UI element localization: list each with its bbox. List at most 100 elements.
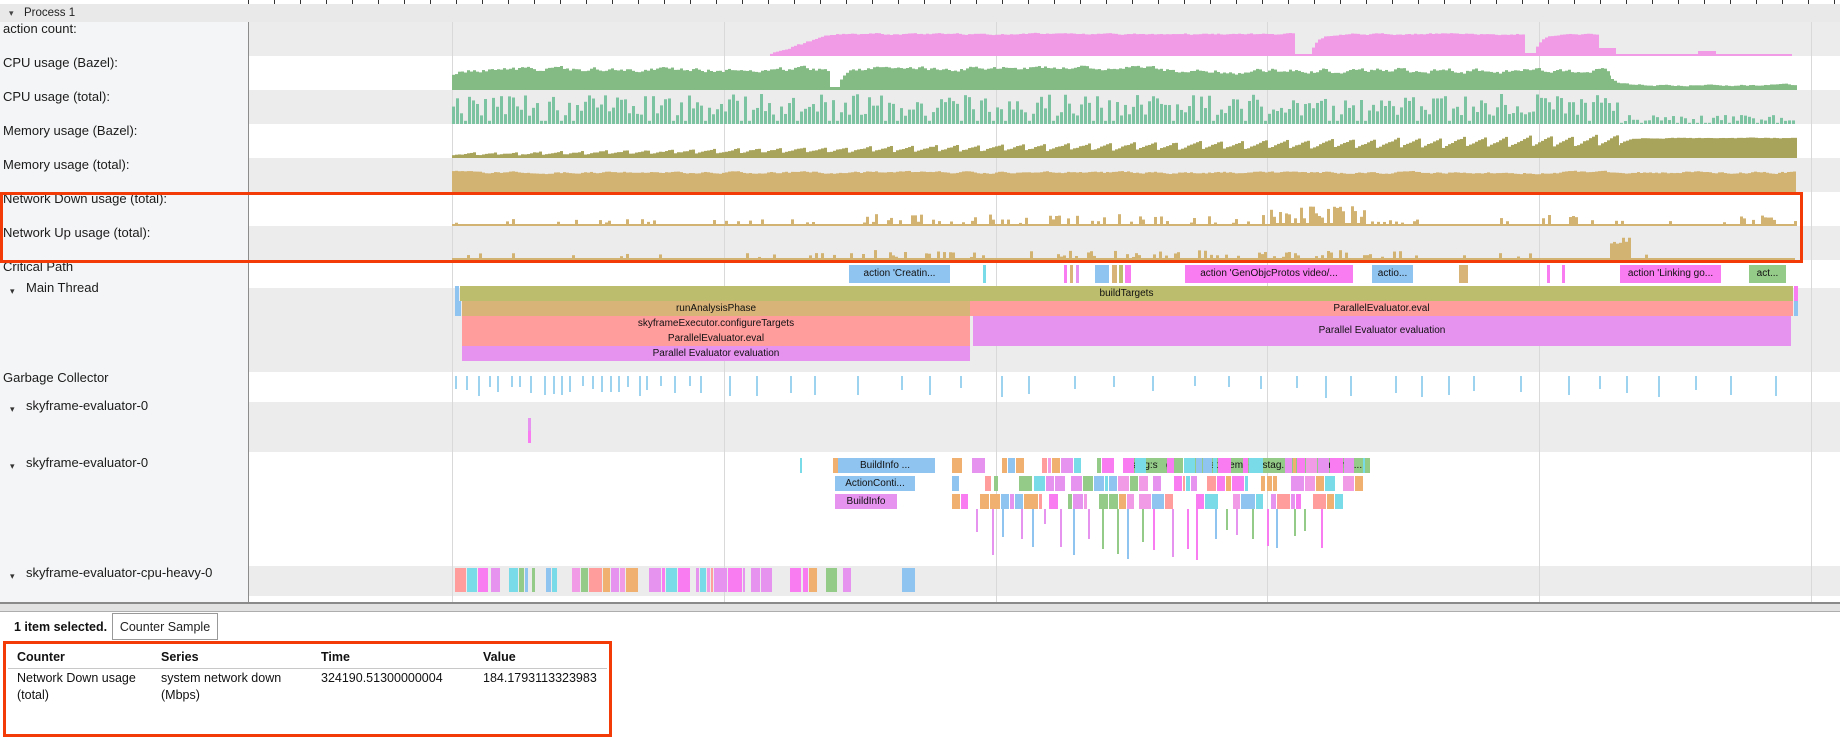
trace-slice[interactable] <box>1044 509 1046 524</box>
trace-slice[interactable] <box>1562 265 1565 283</box>
trace-slice[interactable] <box>1273 476 1277 491</box>
gc-tick[interactable] <box>1194 376 1196 386</box>
trace-slice[interactable] <box>552 568 557 592</box>
gc-tick[interactable] <box>1395 376 1397 393</box>
trace-slice[interactable] <box>1291 494 1295 509</box>
trace-slice[interactable] <box>1049 494 1058 509</box>
gc-tick[interactable] <box>1296 376 1298 388</box>
track-name-skyframe-evaluator-0[interactable]: skyframe-evaluator-0 <box>26 455 148 470</box>
trace-slice[interactable] <box>1055 476 1065 491</box>
gc-tick[interactable] <box>790 376 792 393</box>
trace-slice[interactable] <box>1313 494 1326 509</box>
trace-slice[interactable] <box>743 568 745 592</box>
trace-slice[interactable] <box>1325 476 1336 491</box>
gc-tick[interactable] <box>639 376 641 396</box>
trace-slice[interactable] <box>1186 476 1189 491</box>
trace-slice[interactable]: ActionConti... <box>835 476 915 491</box>
timeline-tracks[interactable]: action 'Creatin...action 'GenObjcProtos … <box>0 22 1840 602</box>
trace-slice[interactable] <box>1276 509 1278 548</box>
trace-slice[interactable] <box>1008 458 1015 473</box>
trace-slice[interactable] <box>1042 458 1047 473</box>
trace-slice[interactable] <box>1277 494 1290 509</box>
gc-tick[interactable] <box>519 376 521 387</box>
trace-slice[interactable] <box>1139 494 1151 509</box>
gc-tick[interactable] <box>627 376 629 387</box>
trace-slice[interactable] <box>478 568 488 592</box>
gc-tick[interactable] <box>601 376 603 392</box>
trace-slice[interactable]: BuildInfo <box>835 494 897 509</box>
gc-tick[interactable] <box>960 376 962 388</box>
trace-slice[interactable] <box>589 568 602 592</box>
gc-tick[interactable] <box>1626 376 1628 393</box>
trace-slice[interactable] <box>1139 476 1147 491</box>
trace-slice[interactable] <box>1010 494 1014 509</box>
trace-slice[interactable] <box>751 568 761 592</box>
gc-tick[interactable] <box>544 376 546 395</box>
trace-slice[interactable] <box>1236 509 1238 535</box>
trace-slice[interactable] <box>833 458 838 473</box>
trace-slice[interactable] <box>1296 494 1301 509</box>
trace-slice[interactable] <box>1285 458 1292 473</box>
track-name-main-thread[interactable]: Main Thread <box>26 280 99 295</box>
trace-slice[interactable] <box>1267 476 1273 491</box>
trace-slice[interactable] <box>1083 476 1093 491</box>
trace-slice[interactable] <box>1158 458 1166 473</box>
trace-slice[interactable] <box>1165 494 1173 509</box>
gc-tick[interactable] <box>814 376 816 395</box>
trace-slice[interactable] <box>1109 476 1116 491</box>
trace-slice[interactable] <box>972 458 985 473</box>
trace-slice[interactable] <box>976 509 978 532</box>
gc-tick[interactable] <box>1730 376 1732 395</box>
gc-tick[interactable] <box>553 376 555 394</box>
trace-slice[interactable] <box>1016 458 1024 473</box>
trace-slice[interactable] <box>1097 458 1100 473</box>
trace-slice[interactable] <box>1084 494 1087 509</box>
gc-tick[interactable] <box>497 376 499 392</box>
gc-tick[interactable] <box>1599 376 1601 389</box>
trace-slice[interactable] <box>1271 494 1276 509</box>
trace-slice[interactable] <box>1335 494 1343 509</box>
trace-slice[interactable] <box>1167 458 1174 473</box>
gc-tick[interactable] <box>1228 376 1230 387</box>
trace-slice[interactable] <box>1366 458 1369 473</box>
trace-slice[interactable] <box>1119 494 1126 509</box>
trace-slice[interactable] <box>649 568 661 592</box>
trace-slice[interactable] <box>800 458 802 473</box>
trace-slice[interactable] <box>728 568 742 592</box>
trace-slice[interactable] <box>1233 494 1240 509</box>
trace-slice[interactable] <box>1245 476 1248 491</box>
gc-tick[interactable] <box>1074 376 1076 389</box>
trace-slice[interactable] <box>790 568 801 592</box>
trace-slice[interactable] <box>1172 509 1174 557</box>
trace-slice[interactable] <box>1327 494 1335 509</box>
gc-tick[interactable] <box>466 376 468 390</box>
trace-slice[interactable] <box>509 568 518 592</box>
gc-tick[interactable] <box>582 376 584 386</box>
trace-slice[interactable] <box>1184 458 1194 473</box>
trace-slice[interactable] <box>581 568 588 592</box>
trace-slice[interactable] <box>666 568 677 592</box>
gc-tick[interactable] <box>674 376 676 393</box>
trace-slice[interactable] <box>455 568 466 592</box>
trace-slice[interactable] <box>626 568 638 592</box>
trace-slice[interactable] <box>1203 458 1211 473</box>
col-header-counter[interactable]: Counter <box>17 650 65 664</box>
process-header[interactable]: ▾ Process 1 <box>0 4 1840 23</box>
trace-slice[interactable] <box>1021 509 1023 539</box>
trace-slice[interactable] <box>1794 301 1798 316</box>
trace-slice[interactable]: skyframeExecutor.configureTargets <box>462 316 970 331</box>
trace-slice[interactable] <box>1064 265 1067 283</box>
trace-slice[interactable] <box>843 568 851 592</box>
trace-slice[interactable] <box>1052 458 1060 473</box>
trace-slice[interactable] <box>1153 509 1155 550</box>
trace-slice[interactable] <box>1060 509 1062 547</box>
trace-slice[interactable] <box>1153 476 1160 491</box>
trace-slice[interactable]: buildTargets <box>460 286 1793 301</box>
trace-slice[interactable] <box>491 568 500 592</box>
trace-slice[interactable] <box>1074 458 1080 473</box>
trace-slice[interactable] <box>528 418 531 431</box>
collapse-arrow-icon[interactable]: ▾ <box>10 404 15 415</box>
trace-slice[interactable] <box>1019 476 1033 491</box>
trace-slice[interactable] <box>1196 509 1198 560</box>
trace-slice[interactable]: runAnalysisPhase <box>462 301 970 316</box>
